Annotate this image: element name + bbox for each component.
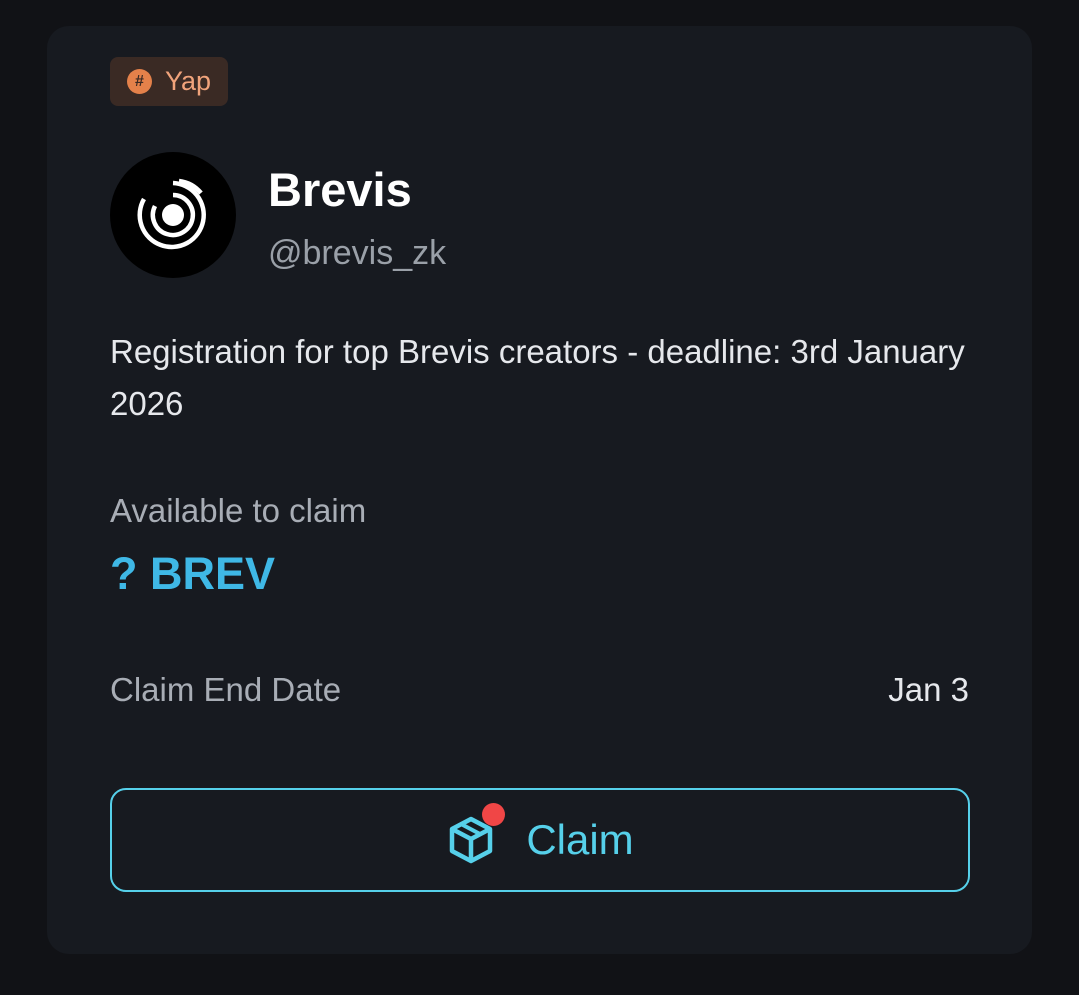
profile-name: Brevis <box>268 163 412 216</box>
avatar[interactable] <box>110 152 236 278</box>
claim-button-label: Claim <box>526 816 634 863</box>
yap-tag[interactable]: # Yap <box>110 57 229 106</box>
available-label: Available to claim <box>110 492 367 529</box>
claim-end-value: Jan 3 <box>888 671 969 708</box>
hash-icon: # <box>127 69 152 94</box>
profile-handle[interactable]: @brevis_zk <box>268 234 446 273</box>
notification-dot <box>482 803 506 826</box>
campaign-description: Registration for top Brevis creators - d… <box>110 333 965 422</box>
available-amount: ? BREV <box>110 548 276 599</box>
claim-button[interactable]: Claim <box>110 788 970 892</box>
claim-end-label: Claim End Date <box>110 671 342 708</box>
brevis-logo-icon <box>137 178 206 250</box>
campaign-card: # Yap Brevis @brevis_zk Registration for… <box>47 26 1032 954</box>
tag-label: Yap <box>165 66 212 96</box>
claim-icon-wrap <box>446 803 506 865</box>
